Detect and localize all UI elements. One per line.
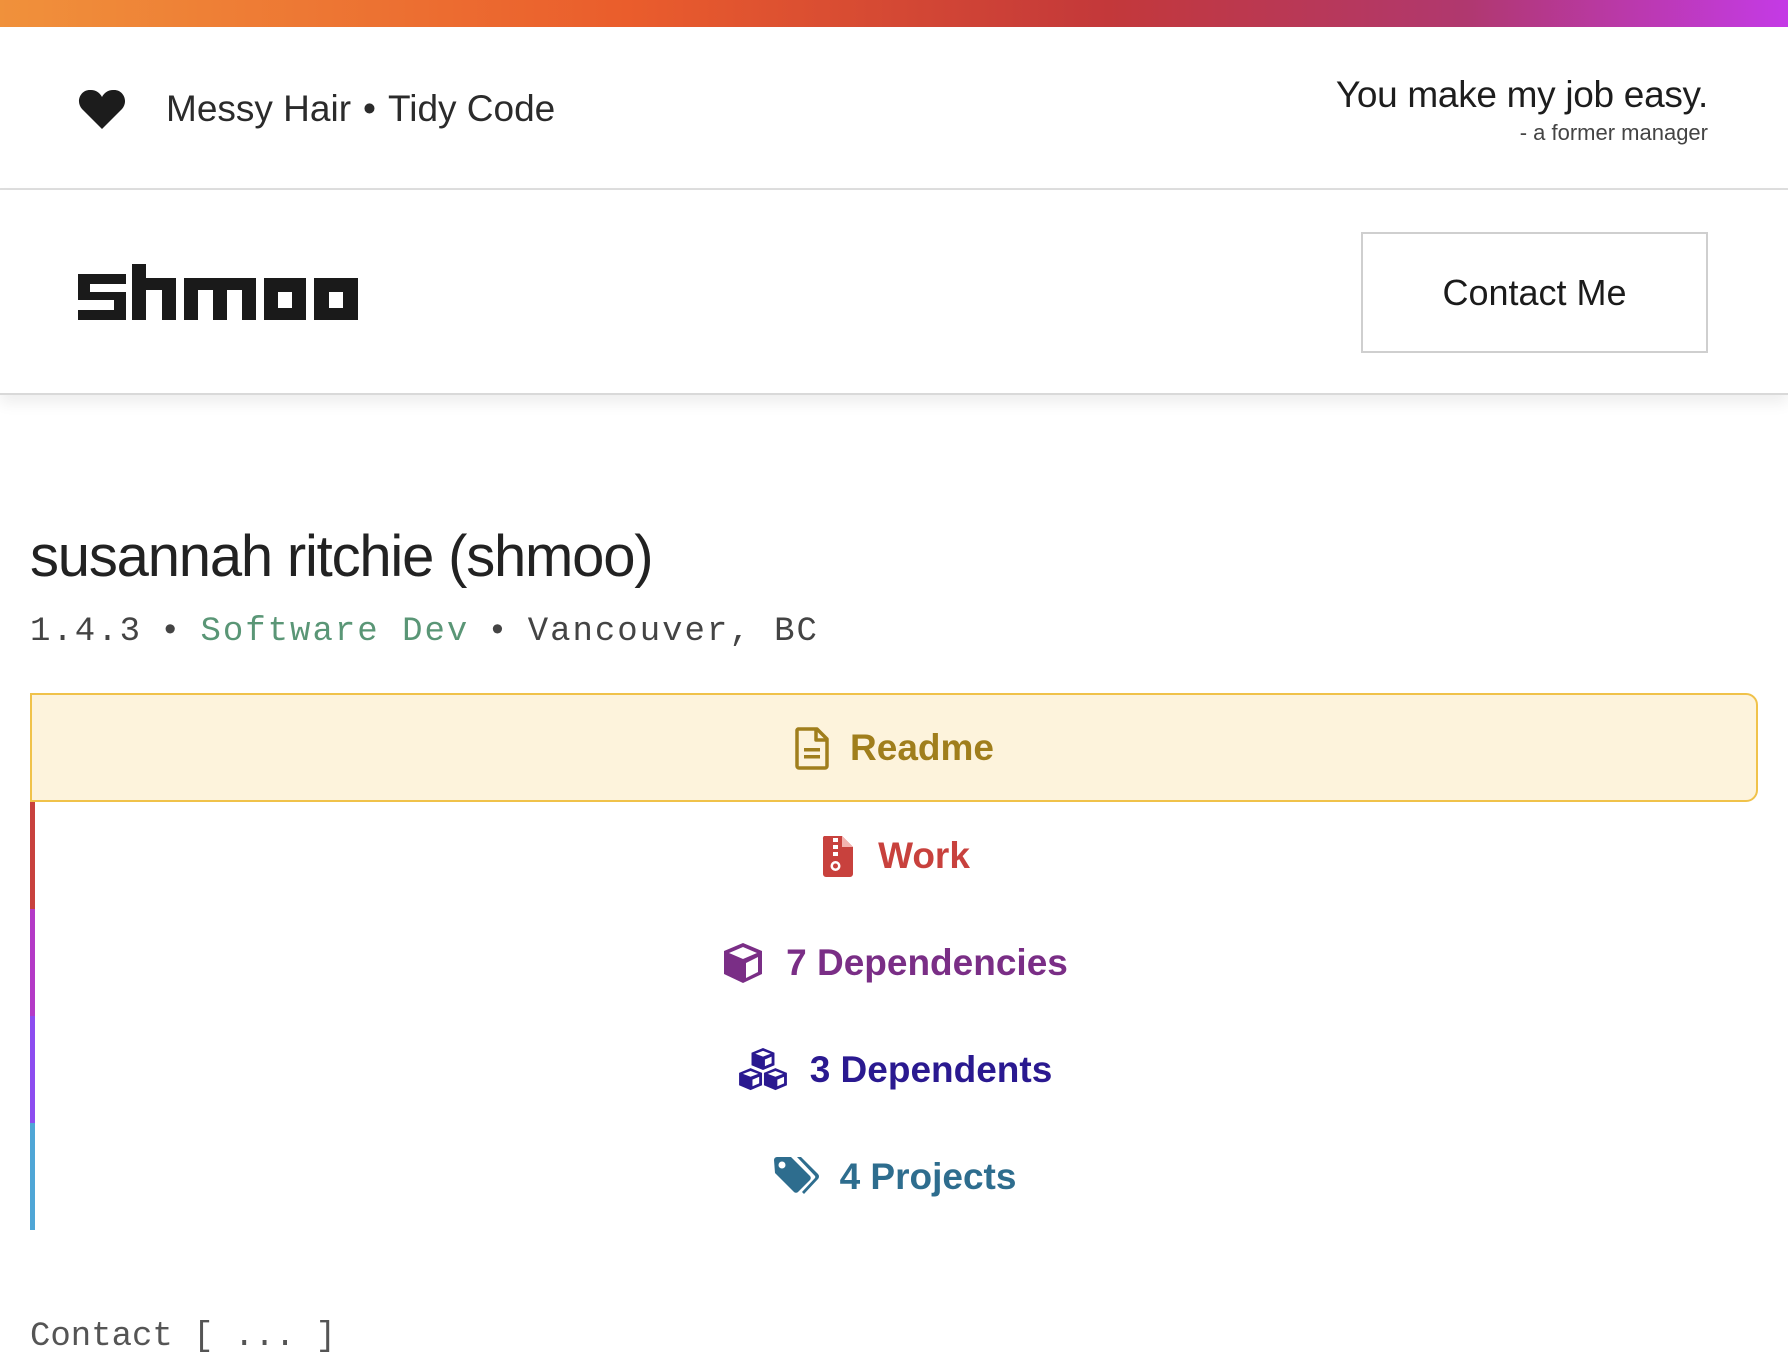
nav-item-projects[interactable]: 4 Projects: [30, 1123, 1758, 1230]
profile-location: Vancouver, BC: [527, 613, 819, 651]
tagline: Messy Hair • Tidy Code: [166, 87, 555, 131]
nav-item-readme[interactable]: Readme: [30, 693, 1758, 802]
tags-icon: [773, 1156, 819, 1194]
tagline-separator: •: [363, 88, 376, 129]
accent-gradient-bar: [0, 0, 1788, 27]
nav-label: 7 Dependencies: [786, 941, 1068, 983]
profile-nav: Readme Work 7 Dependencies 3 Dependents …: [30, 693, 1758, 1230]
profile-version: 1.4.3: [30, 613, 143, 651]
nav-item-dependents[interactable]: 3 Dependents: [30, 1016, 1758, 1123]
meta-separator: •: [487, 613, 510, 651]
contact-me-button[interactable]: Contact Me: [1361, 232, 1708, 353]
contact-section-peek: Contact [ ... ]: [30, 1318, 337, 1356]
nav-item-dependencies[interactable]: 7 Dependencies: [30, 909, 1758, 1016]
heart-icon: [78, 89, 126, 129]
top-banner: Messy Hair • Tidy Code You make my job e…: [0, 27, 1788, 190]
profile-name: susannah ritchie (shmoo): [30, 524, 654, 589]
nav-accent-bar: [30, 1016, 35, 1123]
nav-label: Readme: [850, 726, 994, 768]
nav-accent-bar: [30, 909, 35, 1016]
profile-meta: 1.4.3 • Software Dev • Vancouver, BC: [30, 610, 819, 654]
file-text-icon: [795, 726, 829, 770]
nav-accent-bar: [30, 802, 35, 909]
meta-separator: •: [160, 613, 183, 651]
cubes-icon: [738, 1047, 787, 1090]
tagline-left: Messy Hair: [166, 88, 352, 129]
site-header: Contact Me: [0, 190, 1788, 395]
testimonial-quote: You make my job easy. - a former manager: [1336, 71, 1708, 147]
shmoo-logo[interactable]: [78, 264, 358, 320]
quote-attribution: - a former manager: [1519, 120, 1708, 145]
quote-text: You make my job easy.: [1335, 74, 1708, 115]
profile-role: Software Dev: [200, 613, 470, 651]
nav-label: 3 Dependents: [809, 1048, 1053, 1090]
tagline-right: Tidy Code: [388, 88, 556, 129]
nav-label: Work: [878, 834, 970, 876]
nav-label: 4 Projects: [839, 1155, 1017, 1197]
nav-item-work[interactable]: Work: [30, 802, 1758, 909]
nav-accent-bar: [30, 1123, 35, 1230]
cube-icon: [724, 942, 763, 983]
file-archive-icon: [822, 835, 854, 877]
